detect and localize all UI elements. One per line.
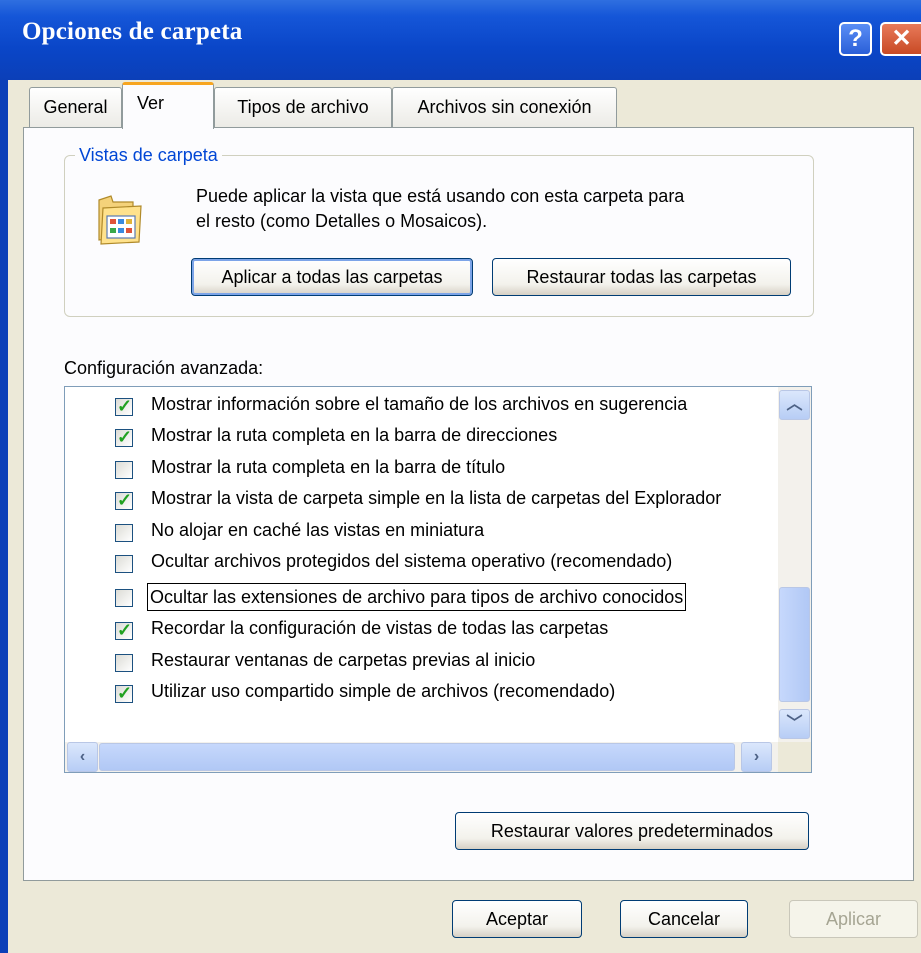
list-item[interactable]: ✓ Mostrar la vista de carpeta simple en … [65, 486, 785, 516]
scroll-right-button[interactable]: › [741, 742, 772, 772]
scroll-left-button[interactable]: ‹ [67, 742, 98, 772]
list-item[interactable]: Restaurar ventanas de carpetas previas a… [65, 648, 785, 678]
list-item[interactable]: Mostrar la ruta completa en la barra de … [65, 455, 785, 485]
folder-views-description-line2: el resto (como Detalles o Mosaicos). [196, 211, 488, 231]
scroll-up-button[interactable]: ︿ [779, 390, 810, 420]
title-bar: Opciones de carpeta ? ✕ [0, 0, 921, 80]
checkbox[interactable] [115, 589, 133, 607]
tab-tipos-de-archivo[interactable]: Tipos de archivo [214, 87, 392, 127]
restore-defaults-button[interactable]: Restaurar valores predeterminados [455, 812, 809, 850]
list-item-label: Mostrar información sobre el tamaño de l… [151, 394, 688, 414]
list-item[interactable]: Ocultar las extensiones de archivo para … [65, 583, 785, 613]
tab-general[interactable]: General [29, 87, 122, 127]
list-item[interactable]: ✓ Recordar la configuración de vistas de… [65, 616, 785, 646]
advanced-settings-label: Configuración avanzada: [64, 358, 264, 378]
horizontal-scroll-thumb[interactable] [99, 743, 735, 771]
cancel-button[interactable]: Cancelar [620, 900, 748, 938]
checkbox[interactable]: ✓ [115, 396, 133, 416]
checkbox[interactable]: ✓ [115, 490, 133, 510]
chevron-left-icon: ‹ [79, 748, 86, 765]
checkbox[interactable] [115, 524, 133, 542]
list-item[interactable]: ✓ Mostrar información sobre el tamaño de… [65, 392, 785, 422]
check-icon: ✓ [117, 490, 133, 510]
list-item[interactable]: ✓ Utilizar uso compartido simple de arch… [65, 679, 785, 709]
apply-button[interactable]: Aplicar [789, 900, 918, 938]
list-item-label: No alojar en caché las vistas en miniatu… [151, 520, 485, 540]
chevron-right-icon: › [753, 748, 760, 765]
vertical-scroll-thumb[interactable] [779, 587, 810, 702]
list-item-label: Restaurar ventanas de carpetas previas a… [151, 650, 536, 670]
scroll-down-button[interactable]: ﹀ [779, 709, 810, 739]
apply-to-all-folders-button[interactable]: Aplicar a todas las carpetas [191, 258, 473, 296]
list-item-label: Mostrar la ruta completa en la barra de … [151, 425, 558, 445]
list-item-label: Mostrar la vista de carpeta simple en la… [151, 488, 722, 508]
help-button[interactable]: ? [839, 22, 872, 56]
close-icon: ✕ [891, 25, 912, 52]
horizontal-scrollbar[interactable]: ‹ › [65, 742, 778, 772]
chevron-up-icon: ︿ [786, 396, 803, 413]
help-icon: ? [848, 25, 863, 52]
chevron-down-icon: ﹀ [786, 715, 803, 732]
folder-views-icon [93, 192, 145, 246]
checkbox[interactable] [115, 654, 133, 672]
check-icon: ✓ [117, 683, 133, 703]
list-item-label: Ocultar archivos protegidos del sistema … [151, 551, 673, 571]
list-item-label: Recordar la configuración de vistas de t… [151, 618, 609, 638]
list-item-label: Mostrar la ruta completa en la barra de … [151, 457, 506, 477]
list-item-label: Ocultar las extensiones de archivo para … [147, 583, 687, 611]
scrollbar-corner [778, 742, 811, 772]
vertical-scrollbar[interactable]: ︿ ﹀ [778, 387, 811, 742]
list-item[interactable]: No alojar en caché las vistas en miniatu… [65, 518, 785, 548]
window-border [0, 80, 8, 953]
list-item[interactable]: Ocultar archivos protegidos del sistema … [65, 549, 785, 579]
tab-archivos-sin-conexion[interactable]: Archivos sin conexión [392, 87, 617, 127]
tab-ver[interactable]: Ver [122, 82, 214, 129]
check-icon: ✓ [117, 396, 133, 416]
checkbox[interactable]: ✓ [115, 620, 133, 640]
folder-views-description: Puede aplicar la vista que está usando c… [196, 184, 796, 234]
window-title: Opciones de carpeta [22, 18, 243, 45]
folder-views-group-label: Vistas de carpeta [75, 145, 222, 166]
checkbox[interactable]: ✓ [115, 683, 133, 703]
reset-all-folders-button[interactable]: Restaurar todas las carpetas [492, 258, 791, 296]
checkbox[interactable] [115, 461, 133, 479]
close-button[interactable]: ✕ [880, 22, 921, 56]
checkbox[interactable] [115, 555, 133, 573]
ok-button[interactable]: Aceptar [452, 900, 582, 938]
check-icon: ✓ [117, 620, 133, 640]
list-item-label: Utilizar uso compartido simple de archiv… [151, 681, 616, 701]
check-icon: ✓ [117, 427, 133, 447]
advanced-settings-list[interactable]: ✓ Mostrar información sobre el tamaño de… [64, 386, 812, 773]
folder-views-description-line1: Puede aplicar la vista que está usando c… [196, 186, 685, 206]
list-item[interactable]: ✓ Mostrar la ruta completa en la barra d… [65, 423, 785, 453]
checkbox[interactable]: ✓ [115, 427, 133, 447]
